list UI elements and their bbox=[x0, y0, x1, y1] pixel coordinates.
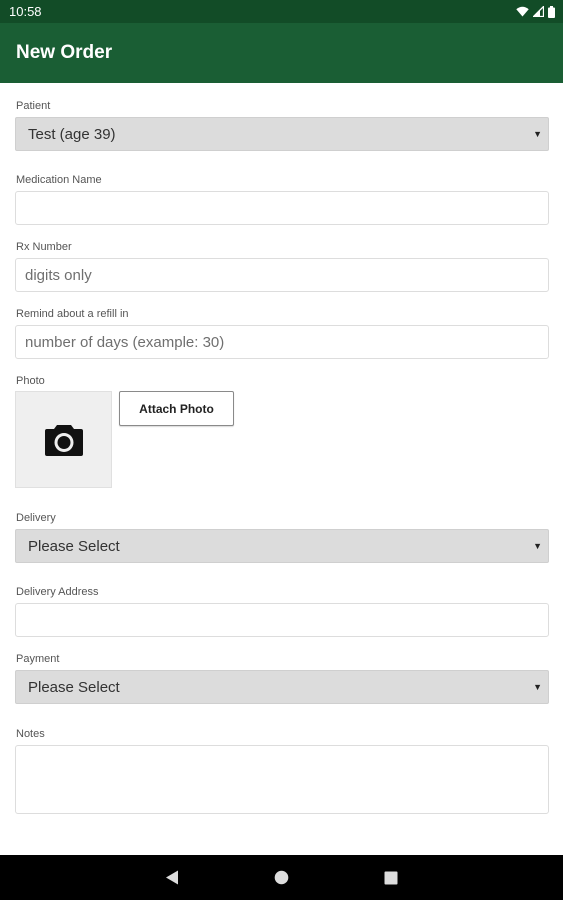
notes-textarea[interactable] bbox=[15, 745, 549, 814]
attach-photo-button[interactable]: Attach Photo bbox=[119, 391, 234, 426]
refill-reminder-input[interactable] bbox=[15, 325, 549, 359]
battery-icon bbox=[548, 5, 555, 18]
recents-icon[interactable] bbox=[384, 871, 398, 885]
wifi-icon bbox=[516, 6, 529, 17]
refill-reminder-label: Remind about a refill in bbox=[16, 308, 129, 320]
signal-icon bbox=[533, 6, 544, 17]
delivery-select[interactable]: Please Select ▼ bbox=[15, 529, 549, 563]
system-nav-bar bbox=[0, 855, 563, 900]
camera-icon bbox=[44, 424, 83, 456]
home-icon[interactable] bbox=[274, 870, 289, 885]
delivery-label: Delivery bbox=[16, 512, 56, 524]
medication-name-label: Medication Name bbox=[16, 174, 102, 186]
status-time: 10:58 bbox=[9, 4, 42, 19]
payment-select-value: Please Select bbox=[28, 678, 120, 696]
status-bar: 10:58 bbox=[0, 0, 563, 23]
delivery-address-label: Delivery Address bbox=[16, 586, 99, 598]
status-icons bbox=[516, 5, 555, 18]
back-icon[interactable] bbox=[165, 870, 179, 885]
photo-label: Photo bbox=[16, 375, 45, 387]
rx-number-input[interactable] bbox=[15, 258, 549, 292]
payment-label: Payment bbox=[16, 653, 60, 665]
notes-label: Notes bbox=[16, 728, 45, 740]
delivery-address-input[interactable] bbox=[15, 603, 549, 637]
dropdown-arrow-icon: ▼ bbox=[533, 129, 542, 139]
app-bar: New Order bbox=[0, 23, 563, 83]
page-title: New Order bbox=[16, 42, 113, 63]
patient-select-value: Test (age 39) bbox=[28, 125, 116, 143]
medication-name-input[interactable] bbox=[15, 191, 549, 225]
photo-preview[interactable] bbox=[15, 391, 112, 488]
delivery-select-value: Please Select bbox=[28, 537, 120, 555]
patient-select[interactable]: Test (age 39) ▼ bbox=[15, 117, 549, 151]
rx-number-label: Rx Number bbox=[16, 241, 72, 253]
payment-select[interactable]: Please Select ▼ bbox=[15, 670, 549, 704]
dropdown-arrow-icon: ▼ bbox=[533, 541, 542, 551]
patient-label: Patient bbox=[16, 100, 51, 112]
dropdown-arrow-icon: ▼ bbox=[533, 682, 542, 692]
